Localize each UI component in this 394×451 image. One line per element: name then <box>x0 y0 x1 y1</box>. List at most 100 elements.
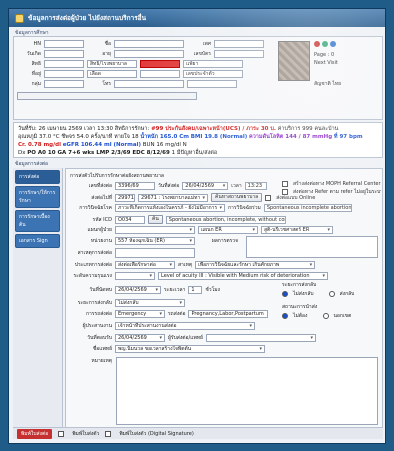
bun-flag: N <box>182 142 187 148</box>
hn-field[interactable] <box>44 40 84 48</box>
dest-row: ส่งต่อไปที่ 29971 29671 : โรงพยาบาลแม่ทา… <box>70 193 315 202</box>
age-field[interactable] <box>114 50 184 58</box>
diag-row: การวินิจฉัยโรค ภาวะที่เกิดการแท้งเองในคร… <box>70 204 352 212</box>
height-value: น้ำหนัก 165.0 Cm <box>140 134 189 140</box>
return-group: ระยะการส่งกลับ <box>282 281 316 289</box>
cause-label: ผลการตรวจ <box>211 238 238 244</box>
dest-select[interactable]: 29671 : โรงพยาบาลแม่ทา <box>138 193 208 202</box>
refer-time-field[interactable]: 13:23 <box>244 182 267 190</box>
phone-field[interactable] <box>114 80 184 88</box>
title-bar: ข้อมูลการส่งต่อผู้ป่วย ไปยังสถานบริการอื… <box>9 9 385 27</box>
ward-row: หน่วยงาน 557 ห้องฉุกเฉิน (ER) ผลการตรวจ <box>70 237 238 245</box>
fee-value: ค่าบริการ 999 คนละบ้าน <box>277 126 339 132</box>
doctor-label: ชื่อแพทย์ <box>92 346 112 352</box>
sidenav-item-sign-docs[interactable]: เอกสาร Sign <box>15 234 60 248</box>
sidenav-item-treatment[interactable]: การรักษา/ให้การรักษา <box>15 186 60 208</box>
sign-textarea[interactable] <box>115 248 195 258</box>
ambulance-label: การรถส่งต่อ <box>86 311 112 317</box>
online-checkbox[interactable] <box>265 194 272 201</box>
refer-time-label: เวลา <box>231 183 242 189</box>
refer-date-field[interactable]: 26/04/2569 <box>182 182 229 190</box>
dest-label: ส่งต่อไปที่ <box>91 194 112 201</box>
return-radio-row: ไม่ส่งกลับ ส่งกลับ <box>282 290 354 298</box>
pr-value: ชีพจร 54.0 ครั้ง/นาที <box>61 134 113 140</box>
icd-search-button[interactable]: ค้น <box>148 215 163 224</box>
print-form-checkbox[interactable] <box>58 430 65 437</box>
form-header-row: การส่งตัวไปรับการรักษาต่อยังสถานพยาบาล <box>70 172 164 180</box>
return-radio-yes[interactable] <box>328 291 335 297</box>
amb-radio-none[interactable] <box>282 313 288 319</box>
contact-select[interactable]: เจ้าหน้าที่ประสานงานส่งต่อ <box>115 322 255 330</box>
group-field[interactable] <box>44 80 84 88</box>
patient-row-empty <box>17 92 197 100</box>
diag-type-field[interactable]: Spontaneous incomplete abortion <box>263 204 352 212</box>
doctor-select[interactable]: พญ.นิ่มนวล ขอเวลาสร้างใจพิตต้น <box>115 345 265 353</box>
extra-field[interactable] <box>187 80 237 88</box>
severity-level-select[interactable] <box>115 272 155 280</box>
appoint-unit: ชั่วโมง <box>205 287 220 293</box>
district-field[interactable] <box>140 70 180 78</box>
specialist-select[interactable]: แผนก ER <box>198 226 258 234</box>
address-field[interactable] <box>44 70 84 78</box>
severity-select[interactable]: Level of acuity III : Visible with Mediu… <box>158 272 328 280</box>
triage-value: #99 ประกันสังคม/เฉพาะหน้า(UCS) / ภาระ 30… <box>151 126 276 132</box>
blood-field[interactable]: เลือด <box>87 70 137 78</box>
diag-field[interactable]: ภาวะที่เกิดการแท้งเองในครรภ์ - ยังไม่มีอ… <box>115 204 225 212</box>
icd-code-field[interactable]: O034 <box>115 215 145 224</box>
specialist2-select[interactable]: สูติ-นรีเวชศาสตร์ ER <box>261 226 333 234</box>
vitals-line-1: วันที่รับ: 26 เมษายน 2569 เวลา 13:30 สิท… <box>18 125 378 133</box>
pid-field[interactable]: เลขประจำตัว <box>183 70 243 78</box>
moph-checkbox[interactable] <box>282 181 288 187</box>
next-visit-label: Next Visit <box>314 59 338 66</box>
icd-desc-field[interactable]: Spontaneous abortion, incomplete, withou… <box>165 215 286 224</box>
dob-field[interactable] <box>44 50 84 58</box>
rr-value: หายใจ 18 <box>114 134 139 140</box>
return-radio-no[interactable] <box>282 291 288 297</box>
contact-row: ผู้ประสานงาน เจ้าหน้าที่ประสานงานส่งต่อ <box>70 322 255 330</box>
diag-label: การวินิจฉัยโรค <box>79 205 112 211</box>
amb-radio-outside-label: นอกเขต <box>333 313 352 319</box>
right-value-field[interactable]: สิทธิ์/โรงพยาบาล <box>87 60 137 68</box>
note-textarea[interactable] <box>116 357 378 425</box>
appoint-time-field[interactable]: 1 <box>188 286 203 294</box>
info-icon[interactable] <box>330 41 336 47</box>
confirm-date-field[interactable]: 26/04/2569 <box>115 334 165 342</box>
ambulance-select[interactable]: Emergency <box>115 310 165 318</box>
refer-subtitle: ข้อมูลการส่งต่อ <box>15 161 49 167</box>
return-type-select[interactable]: ไม่ส่งกลับ <box>115 299 185 307</box>
confirm-by-select[interactable] <box>205 334 316 342</box>
patient-status-panel: Page : 0 Next Visit สัญชาติ ไทย <box>314 41 378 101</box>
name-field[interactable] <box>114 40 184 48</box>
sidenav-item-refer[interactable]: การส่งต่อ <box>15 170 60 184</box>
ok-icon[interactable] <box>322 41 328 47</box>
dest-search-button[interactable]: ค้นหาสถานพยาบาล <box>211 193 263 202</box>
cid-field[interactable] <box>214 50 264 58</box>
vitals-line-4: Dx PO A0 10 GA 7+6 wks LMP 2/3/69 EDC 8/… <box>18 149 378 157</box>
patient-row-group: กลุ่ม โทร <box>17 80 237 88</box>
amb-radio-none-label: ไม่ต้อง <box>293 313 308 319</box>
refer-type-select[interactable]: ส่งต่อเพื่อรักษาต่อ <box>115 261 175 269</box>
appoint-time-label: ระยะเวลา <box>164 287 186 293</box>
print-refer-button[interactable]: พิมพ์ใบส่งต่อ <box>17 428 53 439</box>
sex-field[interactable] <box>214 40 264 48</box>
print-form-label: พิมพ์ใบส่งตัว <box>72 430 100 437</box>
bun-value: BUN 16 mg/dl <box>142 142 181 148</box>
dept-select[interactable] <box>115 226 195 234</box>
return-radio-yes-label: ส่งกลับ <box>339 291 355 297</box>
dest-code-field[interactable]: 29971 <box>115 193 135 202</box>
alert-icon[interactable] <box>314 41 320 47</box>
appoint-date-field[interactable]: 26/04/2569 <box>115 286 161 294</box>
refer-no-field[interactable]: 3396/69 <box>115 182 155 190</box>
print-digital-checkbox[interactable] <box>105 430 112 437</box>
refer-reason-select[interactable]: เพื่อการวินิจฉัยและรักษา เกินศักยภาพ <box>195 261 316 269</box>
ambulance-type-select[interactable]: Pregnancy,Labor,Postpartum <box>188 310 269 318</box>
allergy-field[interactable]: แพ้ยา <box>183 60 243 68</box>
vitals-panel: วันที่รับ: 26 เมษายน 2569 เวลา 13:30 สิท… <box>13 122 383 158</box>
bt-value: อุณหภูมิ 37.0 °C <box>18 134 60 140</box>
amb-radio-outside[interactable] <box>322 313 329 319</box>
ward-select[interactable]: 557 ห้องฉุกเฉิน (ER) <box>115 237 195 245</box>
ambulance-type-label: รถส่งต่อ <box>168 311 186 317</box>
right-code-field[interactable] <box>44 60 84 68</box>
cause-textarea[interactable] <box>246 236 378 258</box>
sidenav-item-initial-treatment[interactable]: การรักษาเบื้องต้น <box>15 210 60 232</box>
